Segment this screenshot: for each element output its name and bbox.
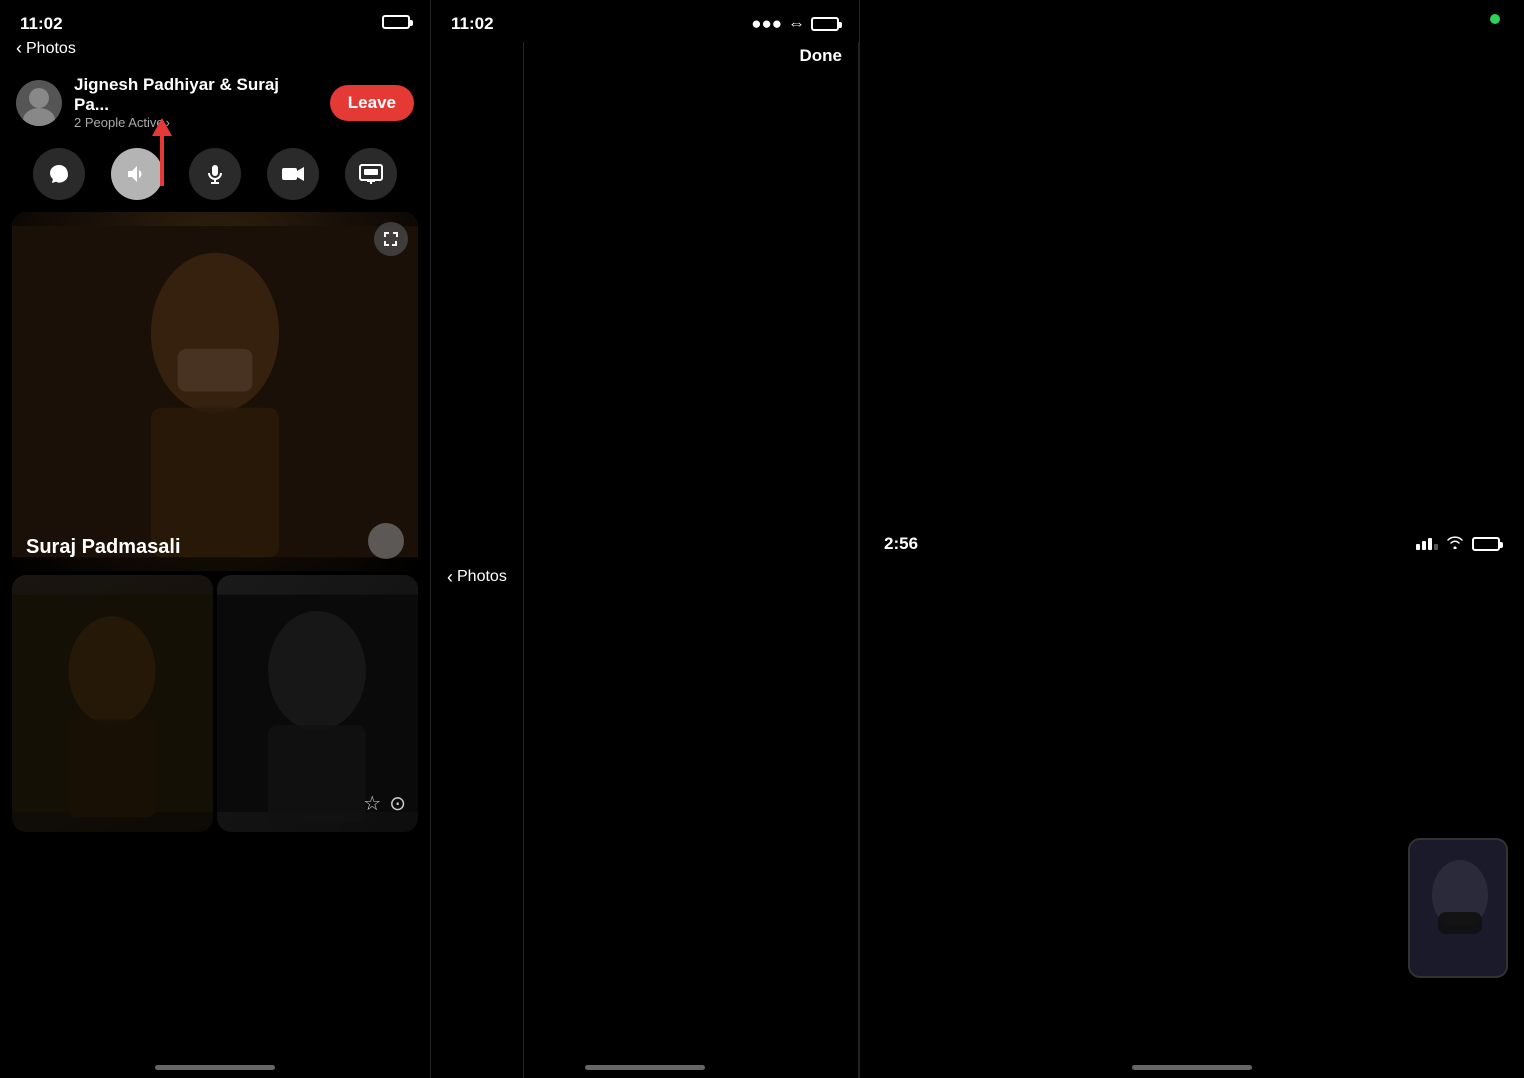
back-label-1: Photos bbox=[26, 40, 76, 58]
small-video-1 bbox=[12, 575, 213, 832]
annotation-arrow bbox=[152, 118, 172, 186]
video-bottom-row: ☆ ⊙ bbox=[12, 575, 418, 832]
video-name-label: Suraj Padmasali bbox=[26, 536, 181, 559]
phone-screen-3: 2:56 bbox=[860, 0, 1524, 1078]
back-arrow-icon: ‹ bbox=[16, 38, 22, 59]
signal-dots bbox=[1416, 538, 1438, 550]
back-link-1[interactable]: ‹ Photos bbox=[0, 38, 430, 67]
arrow-head bbox=[152, 118, 172, 136]
time-2: 11:02 bbox=[451, 14, 494, 34]
back-arrow-2: ‹ bbox=[447, 567, 453, 588]
signal-icon: ●●● bbox=[751, 14, 782, 34]
battery-icon bbox=[382, 14, 410, 34]
phone-screen-1: 11:02 ‹ Photos Jignesh Padhiyar & Suraj … bbox=[0, 0, 430, 1078]
call-name: Jignesh Padhiyar & Suraj Pa... bbox=[74, 75, 318, 115]
nav-row-2: ‹ Photos Done bbox=[431, 38, 859, 1078]
mic-button[interactable] bbox=[189, 148, 241, 200]
back-link-2[interactable]: ‹ Photos bbox=[431, 42, 523, 1078]
signal-1 bbox=[1416, 544, 1420, 550]
green-dot bbox=[1490, 14, 1500, 24]
status-icons-2: ●●● ⇔ bbox=[751, 14, 839, 34]
self-preview-svg bbox=[1410, 840, 1508, 978]
wifi-svg bbox=[1446, 535, 1464, 549]
signal-4 bbox=[1434, 544, 1438, 550]
back-label-2: Photos bbox=[457, 568, 507, 586]
star-icon: ☆ bbox=[363, 791, 381, 816]
battery-icon-3 bbox=[1472, 537, 1500, 551]
arrow-shaft bbox=[160, 136, 164, 186]
call-status: 2 People Active › bbox=[74, 115, 318, 130]
self-preview bbox=[1408, 838, 1508, 978]
camera-button[interactable] bbox=[267, 148, 319, 200]
status-icons-1 bbox=[382, 14, 410, 34]
video-grid-1: Suraj Padmasali ☆ ⊙ bbox=[0, 212, 430, 832]
screen-button[interactable] bbox=[345, 148, 397, 200]
avatar bbox=[16, 80, 62, 126]
time-3: 2:56 bbox=[884, 534, 918, 554]
home-indicator-3 bbox=[1132, 1065, 1252, 1070]
main-video: Suraj Padmasali bbox=[12, 212, 418, 571]
bottom-icons: ☆ ⊙ bbox=[363, 791, 406, 816]
camera-small-icon: ⊙ bbox=[389, 791, 406, 816]
controls-row bbox=[0, 138, 430, 212]
done-button[interactable]: Done bbox=[523, 42, 859, 1078]
leave-button-1[interactable]: Leave bbox=[330, 85, 414, 121]
chat-button[interactable] bbox=[33, 148, 85, 200]
signal-2 bbox=[1422, 541, 1426, 550]
home-indicator-2 bbox=[585, 1065, 705, 1070]
phone-screen-2: 11:02 ●●● ⇔ ‹ Photos Done SP Jignesh Pad… bbox=[430, 0, 860, 1078]
battery-icon-2 bbox=[811, 17, 839, 31]
status-bar-1: 11:02 bbox=[0, 0, 430, 38]
wifi-icon bbox=[1446, 535, 1464, 553]
expand-button[interactable] bbox=[374, 222, 408, 256]
signal-3 bbox=[1428, 538, 1432, 550]
person-svg bbox=[12, 212, 418, 571]
status-icons-3 bbox=[1416, 535, 1500, 553]
small-person-1 bbox=[12, 575, 213, 832]
call-info: Jignesh Padhiyar & Suraj Pa... 2 People … bbox=[74, 75, 318, 130]
home-indicator-1 bbox=[155, 1065, 275, 1070]
small-video-2: ☆ ⊙ bbox=[217, 575, 418, 832]
call-header: Jignesh Padhiyar & Suraj Pa... 2 People … bbox=[0, 67, 430, 138]
time-1: 11:02 bbox=[20, 14, 63, 34]
link-icon: ⇔ bbox=[788, 14, 805, 34]
status-bar-2: 11:02 ●●● ⇔ bbox=[431, 0, 859, 38]
